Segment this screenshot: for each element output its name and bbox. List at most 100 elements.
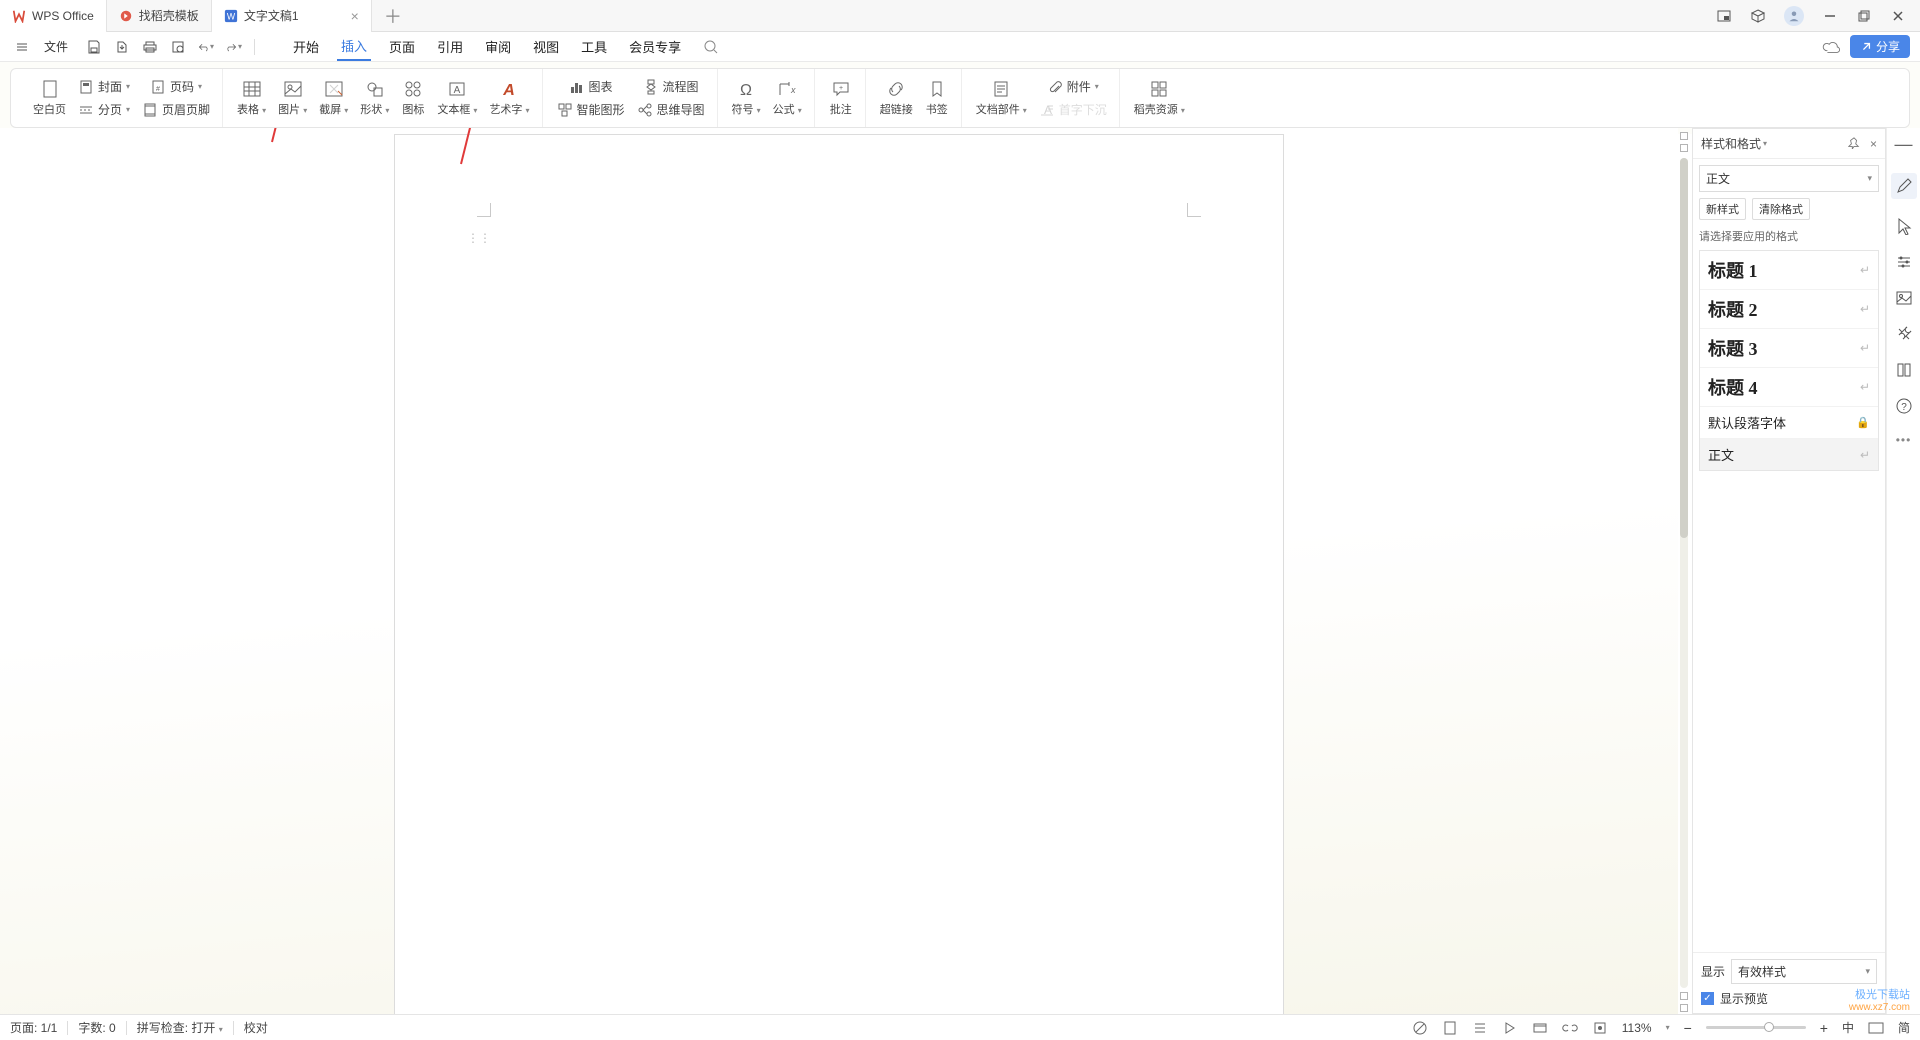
dropcap-button[interactable]: A首字下沉	[1033, 99, 1113, 120]
cloud-icon[interactable]	[1822, 39, 1840, 55]
current-style-select[interactable]: 正文 ▾	[1699, 165, 1879, 192]
menu-tab-5[interactable]: 视图	[529, 33, 563, 60]
status-page[interactable]: 页面: 1/1	[10, 1019, 57, 1036]
scroll-sq2[interactable]	[1680, 1004, 1688, 1012]
style-item[interactable]: 标题 1↵	[1700, 251, 1878, 290]
table-button[interactable]: 表格 ▾	[231, 77, 272, 119]
document-page[interactable]: ⋮⋮	[394, 134, 1284, 1014]
pagebreak-button[interactable]: 分页▾	[72, 99, 136, 120]
smartart-button[interactable]: 智能图形	[551, 99, 631, 120]
tab-templates[interactable]: 找稻壳模板	[107, 0, 212, 32]
status-spell[interactable]: 拼写检查: 打开 ▾	[137, 1019, 223, 1036]
tools-icon[interactable]	[1895, 325, 1913, 343]
save-icon[interactable]	[86, 39, 102, 55]
vertical-scroll[interactable]	[1678, 128, 1690, 1014]
view-web-icon[interactable]	[1532, 1020, 1548, 1036]
ime-lang[interactable]: 中	[1842, 1019, 1854, 1036]
style-item[interactable]: 标题 4↵	[1700, 368, 1878, 407]
panel-close-icon[interactable]: ×	[1870, 137, 1877, 151]
style-item[interactable]: 标题 2↵	[1700, 290, 1878, 329]
scroll-down-icon[interactable]	[1680, 144, 1688, 152]
icon-button[interactable]: 图标	[395, 77, 431, 119]
wordart-button[interactable]: A艺术字 ▾	[483, 77, 535, 119]
style-item[interactable]: 标题 3↵	[1700, 329, 1878, 368]
zoom-value[interactable]: 113%	[1622, 1021, 1652, 1035]
search-icon[interactable]	[703, 39, 719, 55]
formula-button[interactable]: x公式 ▾	[767, 77, 808, 119]
scroll-thumb[interactable]	[1680, 158, 1688, 538]
scroll-sq1[interactable]	[1680, 992, 1688, 1000]
hyperlink-button[interactable]: 超链接	[874, 77, 919, 119]
cube-icon[interactable]	[1750, 8, 1766, 24]
menu-tab-7[interactable]: 会员专享	[625, 33, 685, 60]
attachment-button[interactable]: 附件▾	[1033, 76, 1113, 97]
cursor-icon[interactable]	[1895, 217, 1913, 235]
minimize-icon[interactable]	[1822, 8, 1838, 24]
zoom-slider[interactable]	[1706, 1026, 1806, 1029]
display-select[interactable]: 有效样式 ▾	[1731, 959, 1877, 984]
docparts-button[interactable]: 文档部件 ▾	[970, 77, 1033, 119]
print-preview-icon[interactable]	[170, 39, 186, 55]
cover-button[interactable]: 封面▾	[72, 76, 136, 97]
restore-icon[interactable]	[1856, 8, 1872, 24]
status-proof[interactable]: 校对	[244, 1019, 268, 1036]
flowchart-button[interactable]: 流程图	[631, 76, 711, 97]
user-avatar[interactable]	[1784, 6, 1804, 26]
menu-tab-4[interactable]: 审阅	[481, 33, 515, 60]
menu-tab-6[interactable]: 工具	[577, 33, 611, 60]
pagenum-button[interactable]: # 页码▾	[136, 76, 216, 97]
close-icon[interactable]: ×	[351, 8, 359, 24]
ime-simp[interactable]: 简	[1898, 1019, 1910, 1036]
settings-sliders-icon[interactable]	[1895, 253, 1913, 271]
hamburger-icon[interactable]	[10, 37, 34, 57]
style-item[interactable]: 正文↵	[1700, 439, 1878, 470]
export-icon[interactable]	[114, 39, 130, 55]
textbox-button[interactable]: A文本框 ▾	[431, 77, 483, 119]
mindmap-button[interactable]: 思维导图	[631, 99, 711, 120]
book-icon[interactable]	[1895, 361, 1913, 379]
status-words[interactable]: 字数: 0	[78, 1019, 115, 1036]
circle-slash-icon[interactable]	[1412, 1020, 1428, 1036]
collapse-icon[interactable]: —	[1895, 134, 1913, 155]
chart-button[interactable]: 图表	[551, 76, 631, 97]
menu-tab-0[interactable]: 开始	[289, 33, 323, 60]
more-icon[interactable]: •••	[1896, 433, 1912, 447]
bookmark-button[interactable]: 书签	[919, 77, 955, 119]
dokores-button[interactable]: 稻壳资源 ▾	[1128, 77, 1191, 119]
file-menu[interactable]: 文件	[38, 34, 74, 59]
menu-tab-2[interactable]: 页面	[385, 33, 419, 60]
preview-checkbox[interactable]: ✓	[1701, 992, 1714, 1005]
picture-icon[interactable]	[1895, 289, 1913, 307]
cursor-handle-icon[interactable]: ⋮⋮	[467, 231, 491, 245]
shape-button[interactable]: 形状 ▾	[354, 77, 395, 119]
window-pip-icon[interactable]	[1716, 8, 1732, 24]
redo-icon[interactable]: ▾	[226, 39, 242, 55]
pin-icon[interactable]	[1848, 137, 1860, 151]
headerfooter-button[interactable]: 页眉页脚	[136, 99, 216, 120]
zoom-in-button[interactable]: +	[1820, 1020, 1828, 1036]
link-chain-icon[interactable]	[1562, 1020, 1578, 1036]
help-icon[interactable]: ?	[1895, 397, 1913, 415]
symbol-button[interactable]: Ω符号 ▾	[726, 77, 767, 119]
close-window-icon[interactable]	[1890, 8, 1906, 24]
view-page-icon[interactable]	[1442, 1020, 1458, 1036]
new-style-button[interactable]: 新样式	[1699, 198, 1746, 220]
share-button[interactable]: 分享	[1850, 35, 1910, 58]
keyboard-icon[interactable]	[1868, 1022, 1884, 1034]
comment-button[interactable]: +批注	[823, 77, 859, 119]
view-outline-icon[interactable]	[1472, 1020, 1488, 1036]
new-tab-button[interactable]: ＋	[372, 0, 414, 32]
pencil-icon[interactable]	[1891, 173, 1917, 199]
image-button[interactable]: 图片 ▾	[272, 77, 313, 119]
undo-icon[interactable]: ▾	[198, 39, 214, 55]
menu-tab-1[interactable]: 插入	[337, 32, 371, 61]
scroll-up-icon[interactable]	[1680, 132, 1688, 140]
menu-tab-3[interactable]: 引用	[433, 33, 467, 60]
print-icon[interactable]	[142, 39, 158, 55]
screenshot-button[interactable]: 截屏 ▾	[313, 77, 354, 119]
blank-page-button[interactable]: 空白页	[27, 77, 72, 119]
style-item[interactable]: 默认段落字体🔒	[1700, 407, 1878, 439]
zoom-out-button[interactable]: −	[1684, 1020, 1692, 1036]
view-read-icon[interactable]	[1502, 1020, 1518, 1036]
tab-document[interactable]: W 文字文稿1 ×	[212, 0, 372, 32]
